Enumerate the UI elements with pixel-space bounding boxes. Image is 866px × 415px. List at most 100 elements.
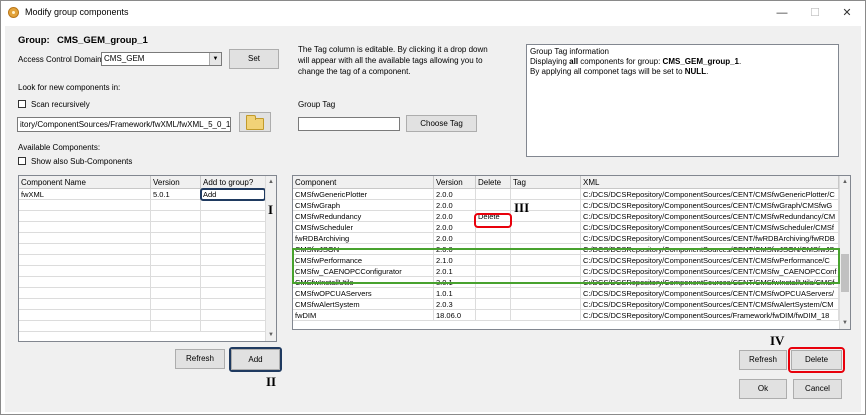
table-cell[interactable]: [201, 244, 266, 255]
table-cell: 5.0.1: [151, 189, 201, 200]
annotation-iii: III: [514, 200, 530, 215]
annotation-i: I: [268, 202, 274, 217]
ok-button[interactable]: Ok: [739, 379, 787, 399]
col-tag[interactable]: Tag: [511, 176, 581, 189]
table-cell[interactable]: [201, 222, 266, 233]
folder-icon: [246, 115, 264, 130]
table-cell[interactable]: [201, 255, 266, 266]
table-row[interactable]: CMSfwScheduler 2.0.0 C:/DCS/DCSRepository/…: [293, 222, 839, 233]
delete-button[interactable]: Delete: [791, 350, 842, 370]
xml-cell: C:/DCS/DCSRepository/ComponentSources/Fr…: [581, 310, 839, 321]
scan-recursively-checkbox[interactable]: [18, 100, 26, 108]
xml-cell: C:/DCS/DCSRepository/ComponentSources/CE…: [581, 299, 839, 310]
delete-cell[interactable]: [476, 288, 511, 299]
table-row[interactable]: [19, 299, 266, 310]
tag-cell[interactable]: [511, 189, 581, 200]
delete-cell[interactable]: [476, 200, 511, 211]
minimize-button[interactable]: —: [767, 3, 797, 23]
col-delete[interactable]: Delete: [476, 176, 511, 189]
table-row[interactable]: [19, 255, 266, 266]
delete-cell[interactable]: [476, 310, 511, 321]
table-cell[interactable]: [201, 200, 266, 211]
table-row[interactable]: CMSfwGenericPlotter 2.0.0 C:/DCS/DCSReposi…: [293, 189, 839, 200]
table-row[interactable]: [19, 321, 266, 332]
refresh-group-button[interactable]: Refresh: [739, 350, 787, 370]
group-tag-info-box: Group Tag information Displaying all com…: [526, 44, 839, 157]
table-cell[interactable]: [201, 310, 266, 321]
set-button[interactable]: Set: [229, 49, 279, 69]
cancel-button[interactable]: Cancel: [793, 379, 842, 399]
choose-tag-button[interactable]: Choose Tag: [406, 115, 477, 132]
delete-cell[interactable]: [476, 233, 511, 244]
table-cell[interactable]: [201, 233, 266, 244]
component-cell: CMSfwGraph: [293, 200, 434, 211]
access-control-select[interactable]: CMS_GEM ▼: [101, 52, 222, 66]
col-version[interactable]: Version: [151, 176, 201, 189]
table-row[interactable]: CMSfwRedundancy 2.0.0 Delete C:/DCS/DCSRepo…: [293, 211, 839, 222]
component-path-input[interactable]: itory/ComponentSources/Framework/fwXML/f…: [17, 117, 231, 132]
tag-cell[interactable]: [511, 288, 581, 299]
table-row[interactable]: CMSfwAlertSystem 2.0.3 C:/DCS/DCSRepositor…: [293, 299, 839, 310]
browse-folder-button[interactable]: [239, 112, 271, 132]
table-row[interactable]: [19, 277, 266, 288]
annotation-ii: II: [266, 374, 277, 389]
maximize-button[interactable]: ☐: [800, 3, 830, 23]
scroll-down-icon[interactable]: ▼: [266, 329, 276, 341]
tag-cell[interactable]: [511, 299, 581, 310]
table-row[interactable]: [19, 200, 266, 211]
table-cell[interactable]: [201, 321, 266, 332]
tag-cell[interactable]: [511, 222, 581, 233]
scroll-thumb[interactable]: [841, 254, 849, 292]
tag-cell[interactable]: [511, 310, 581, 321]
scan-recursively-label: Scan recursively: [31, 100, 90, 109]
highlight-add-cell: [200, 188, 266, 201]
component-cell: fwDIM: [293, 310, 434, 321]
component-cell: CMSfwAlertSystem: [293, 299, 434, 310]
table-row[interactable]: [19, 233, 266, 244]
delete-cell[interactable]: [476, 189, 511, 200]
table-row[interactable]: CMSfwOPCUAServers 1.0.1 C:/DCS/DCSReposito…: [293, 288, 839, 299]
table-row[interactable]: [19, 244, 266, 255]
component-cell: CMSfwOPCUAServers: [293, 288, 434, 299]
col-xml[interactable]: XML: [581, 176, 839, 189]
chevron-down-icon[interactable]: ▼: [209, 53, 221, 65]
scroll-up-icon[interactable]: ▲: [266, 176, 276, 188]
table-row[interactable]: fwRDBArchiving 2.0.0 C:/DCS/DCSRepository/…: [293, 233, 839, 244]
table-cell: [151, 211, 201, 222]
col-version[interactable]: Version: [434, 176, 476, 189]
scroll-down-icon[interactable]: ▼: [840, 317, 850, 329]
info-title: Group Tag information: [530, 47, 610, 56]
table-cell[interactable]: [201, 288, 266, 299]
component-cell: CMSfwScheduler: [293, 222, 434, 233]
table-row[interactable]: [19, 310, 266, 321]
highlight-delete-cell: [474, 213, 512, 228]
scroll-up-icon[interactable]: ▲: [840, 176, 850, 188]
close-button[interactable]: ✕: [832, 3, 862, 23]
tag-help-line2: will appear with all the available tags …: [298, 56, 483, 65]
table-row[interactable]: [19, 266, 266, 277]
group-tag-input[interactable]: [298, 117, 400, 131]
table-cell[interactable]: [201, 299, 266, 310]
right-table-scrollbar[interactable]: ▲ ▼: [839, 176, 850, 329]
table-row[interactable]: CMSfwGraph 2.0.0 C:/DCS/DCSRepository/Comp…: [293, 200, 839, 211]
refresh-available-button[interactable]: Refresh: [175, 349, 225, 369]
table-row[interactable]: [19, 211, 266, 222]
version-cell: 2.0.0: [434, 233, 476, 244]
table-row[interactable]: [19, 222, 266, 233]
version-cell: 2.0.0: [434, 222, 476, 233]
col-component[interactable]: Component: [293, 176, 434, 189]
add-button[interactable]: Add: [231, 349, 280, 370]
version-cell: 2.0.0: [434, 189, 476, 200]
table-cell[interactable]: [201, 266, 266, 277]
col-component-name[interactable]: Component Name: [19, 176, 151, 189]
table-cell[interactable]: [201, 277, 266, 288]
tag-cell[interactable]: [511, 233, 581, 244]
table-row[interactable]: [19, 288, 266, 299]
delete-cell[interactable]: [476, 299, 511, 310]
show-sub-components-checkbox[interactable]: [18, 157, 26, 165]
left-table-scrollbar[interactable]: ▲ ▼: [265, 176, 276, 341]
table-cell: [151, 288, 201, 299]
table-cell[interactable]: [201, 211, 266, 222]
table-row[interactable]: fwDIM 18.06.0 C:/DCS/DCSRepository/Compone…: [293, 310, 839, 321]
right-table-header: Component Version Delete Tag XML: [293, 176, 839, 189]
